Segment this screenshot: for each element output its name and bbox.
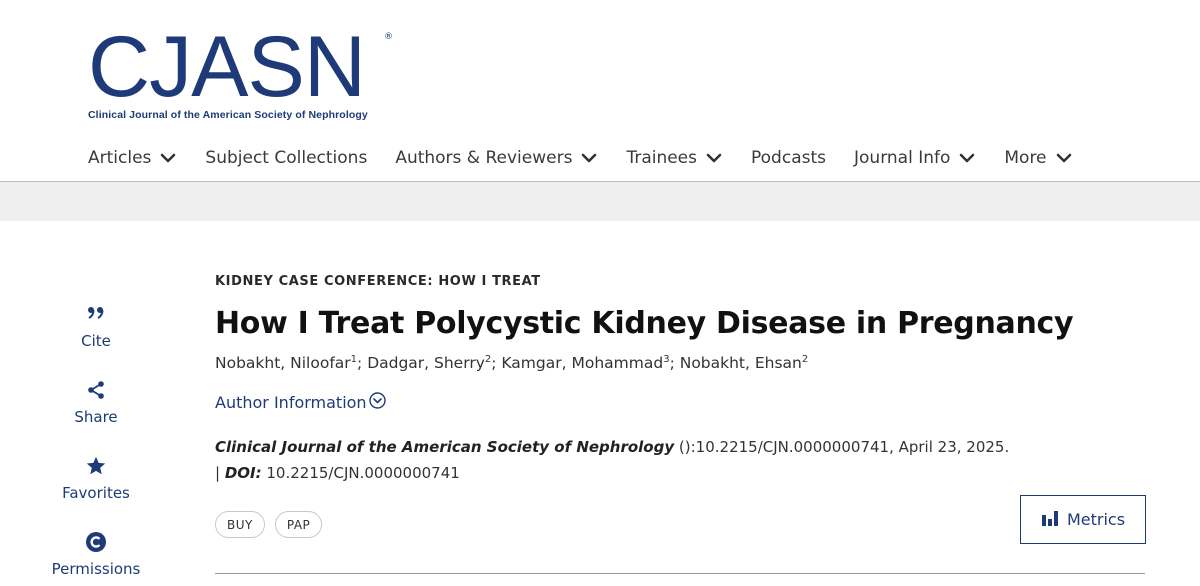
- article-title: How I Treat Polycystic Kidney Disease in…: [215, 306, 1074, 341]
- separator: ;: [491, 354, 502, 372]
- author-link[interactable]: Nobakht, Niloofar: [215, 354, 351, 372]
- main-nav: Articles Subject Collections Authors & R…: [88, 148, 1101, 168]
- article-tools: Cite Share Favorites Permissions: [40, 300, 152, 586]
- permissions-label: Permissions: [51, 560, 141, 578]
- nav-item-articles[interactable]: Articles: [88, 148, 177, 168]
- nav-item-subject-collections[interactable]: Subject Collections: [205, 148, 367, 168]
- permissions-button[interactable]: Permissions: [40, 528, 152, 586]
- chevron-down-icon: [1055, 149, 1073, 167]
- journal-name: Clinical Journal of the American Society…: [215, 438, 675, 456]
- chevron-down-icon: [705, 149, 723, 167]
- separator: ;: [669, 354, 680, 372]
- share-label: Share: [74, 408, 118, 426]
- share-icon: [87, 376, 105, 404]
- cjasn-logo[interactable]: CJASN ® Clinical Journal of the American…: [88, 19, 393, 121]
- registered-mark: ®: [384, 32, 393, 42]
- chevron-down-icon: [159, 149, 177, 167]
- nav-item-label: Articles: [88, 148, 152, 168]
- chevron-circle-down-icon: [368, 392, 386, 413]
- share-button[interactable]: Share: [40, 376, 152, 452]
- cite-label: Cite: [81, 332, 111, 350]
- quote-icon: [86, 300, 106, 328]
- nav-item-label: Authors & Reviewers: [395, 148, 573, 168]
- logo-wordmark: CJASN: [88, 19, 366, 115]
- doi-value[interactable]: 10.2215/CJN.0000000741: [262, 464, 459, 482]
- buy-badge[interactable]: BUY: [215, 511, 265, 538]
- copyright-icon: [85, 528, 107, 556]
- favorites-button[interactable]: Favorites: [40, 452, 152, 528]
- author-link[interactable]: Kamgar, Mohammad: [501, 354, 663, 372]
- nav-item-label: Podcasts: [751, 148, 826, 168]
- cite-button[interactable]: Cite: [40, 300, 152, 376]
- nav-item-authors-reviewers[interactable]: Authors & Reviewers: [395, 148, 598, 168]
- content-divider: [215, 573, 1145, 574]
- citation-line: Clinical Journal of the American Society…: [215, 434, 1015, 486]
- nav-item-more[interactable]: More: [1004, 148, 1072, 168]
- metrics-label: Metrics: [1066, 510, 1126, 529]
- chevron-down-icon: [580, 149, 598, 167]
- author-information-label: Author Information: [215, 393, 367, 412]
- author-list: Nobakht, Niloofar1; Dadgar, Sherry2; Kam…: [215, 354, 808, 372]
- separator: ;: [357, 354, 368, 372]
- access-badges: BUY PAP: [215, 511, 332, 538]
- author-information-toggle[interactable]: Author Information: [215, 392, 386, 413]
- nav-item-label: Journal Info: [854, 148, 951, 168]
- doi-label: DOI:: [224, 464, 262, 482]
- pap-badge: PAP: [274, 511, 323, 538]
- favorites-label: Favorites: [62, 484, 130, 502]
- author-link[interactable]: Dadgar, Sherry: [367, 354, 485, 372]
- nav-item-podcasts[interactable]: Podcasts: [751, 148, 826, 168]
- nav-item-trainees[interactable]: Trainees: [626, 148, 723, 168]
- nav-item-label: Trainees: [626, 148, 698, 168]
- nav-item-label: More: [1004, 148, 1047, 168]
- nav-item-journal-info[interactable]: Journal Info: [854, 148, 976, 168]
- article-category[interactable]: KIDNEY CASE CONFERENCE: HOW I TREAT: [215, 274, 541, 289]
- author-affiliation: 2: [801, 353, 809, 365]
- chevron-down-icon: [958, 149, 976, 167]
- metrics-button[interactable]: Metrics: [1020, 495, 1146, 544]
- gray-banner: [0, 182, 1200, 221]
- author-link[interactable]: Nobakht, Ehsan: [680, 354, 802, 372]
- star-icon: [85, 452, 107, 480]
- nav-item-label: Subject Collections: [205, 148, 368, 168]
- bar-chart-icon: [1041, 510, 1067, 530]
- logo-subtitle: Clinical Journal of the American Society…: [88, 109, 368, 121]
